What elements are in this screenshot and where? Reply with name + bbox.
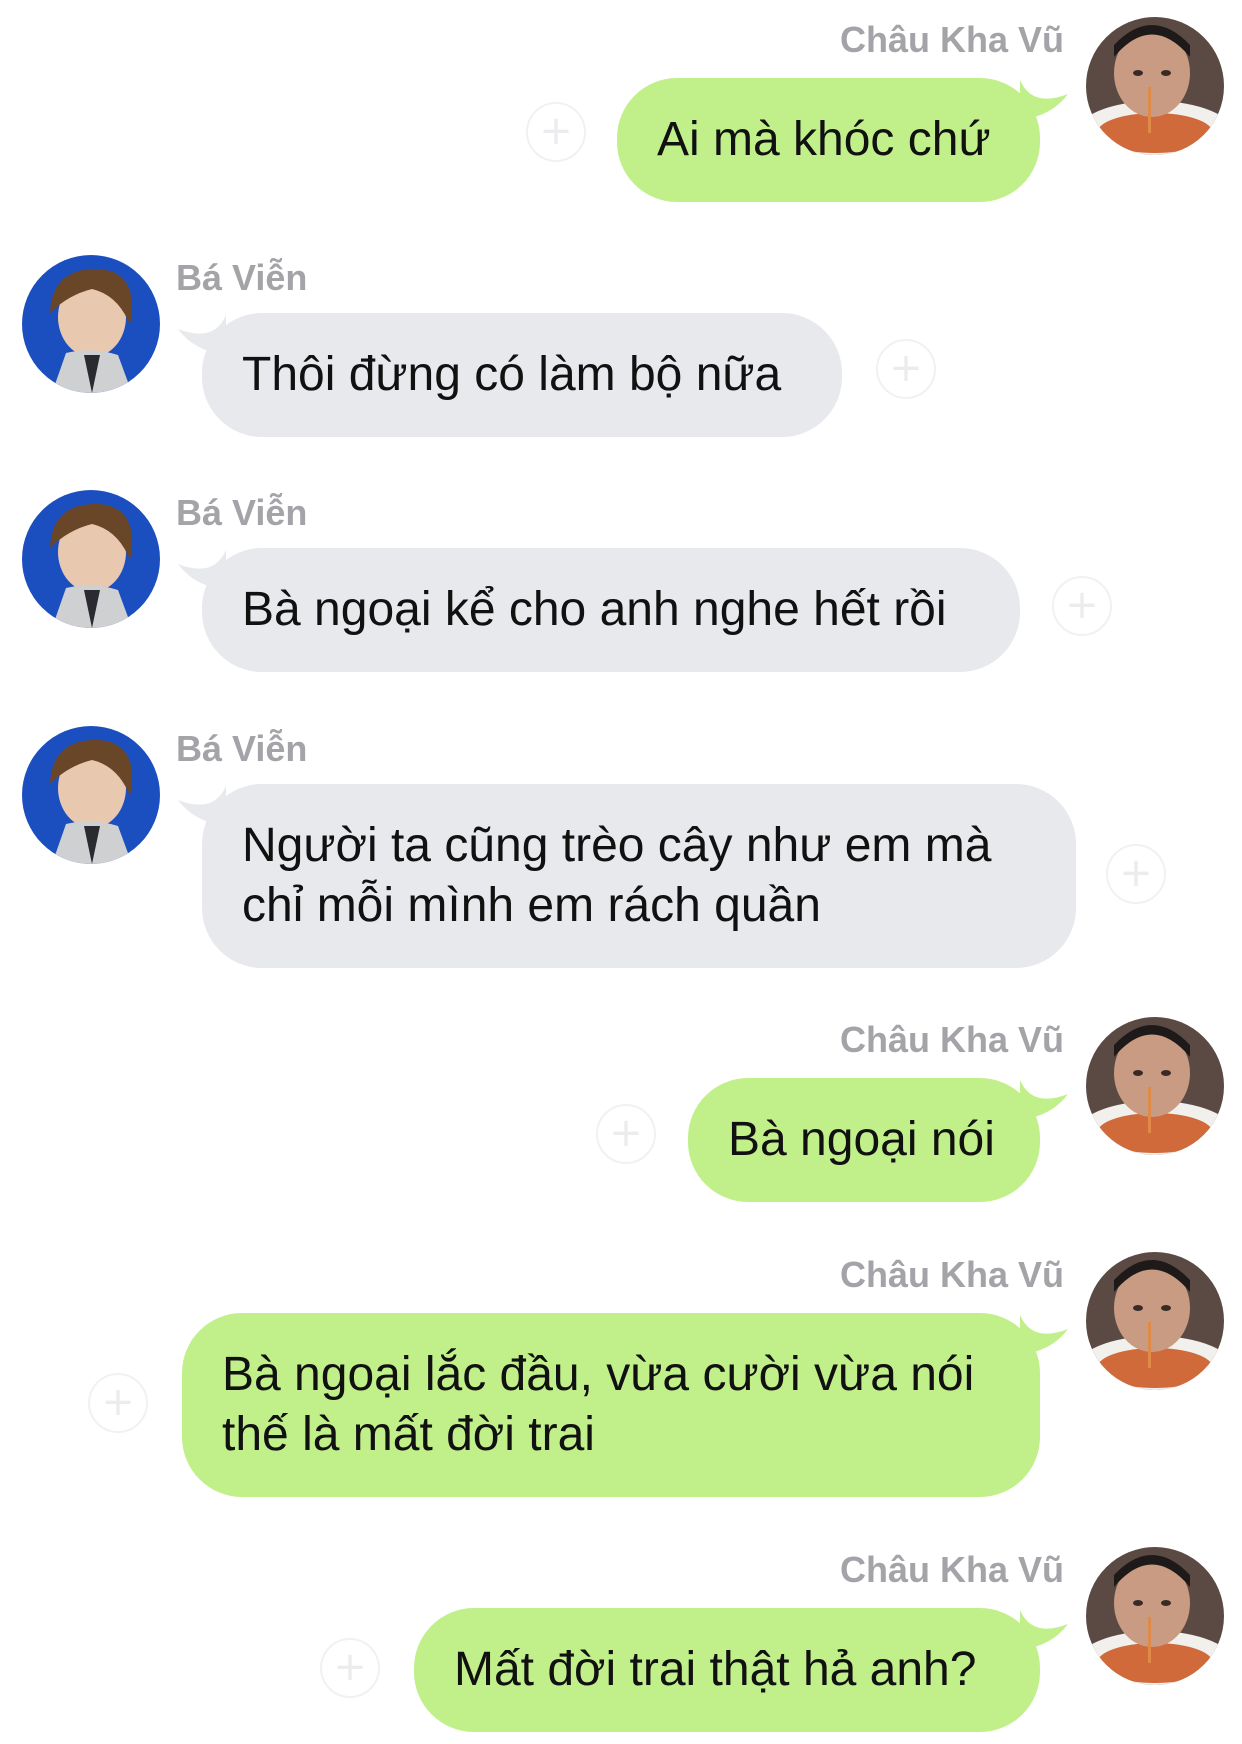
add-reaction-icon: +	[1119, 850, 1153, 896]
bubble-tail	[1020, 80, 1068, 120]
message-row: Châu Kha Vũ + Ai mà khóc chứ	[0, 0, 1242, 202]
add-reaction-button[interactable]: +	[320, 1638, 380, 1698]
sender-name: Châu Kha Vũ	[839, 19, 1064, 60]
sender-name: Bá Viễn	[176, 492, 308, 533]
message-bubble[interactable]: Bà ngoại kể cho anh nghe hết rồi	[202, 548, 1020, 672]
add-reaction-button[interactable]: +	[1106, 844, 1166, 904]
bubble-tail	[1020, 1610, 1068, 1650]
message-bubble[interactable]: Bà ngoại lắc đầu, vừa cười vừa nói thế l…	[182, 1313, 1040, 1497]
sender-name: Bá Viễn	[176, 257, 308, 298]
message-row: Bá Viễn Bà ngoại kể cho anh nghe hết rồi…	[0, 470, 1242, 672]
add-reaction-icon: +	[1065, 582, 1099, 628]
bubble-tail	[1020, 1080, 1068, 1120]
add-reaction-icon: +	[609, 1110, 643, 1156]
add-reaction-button[interactable]: +	[596, 1104, 656, 1164]
sender-name: Châu Kha Vũ	[839, 1019, 1064, 1060]
avatar-chau-kha-vu[interactable]	[1086, 1252, 1224, 1390]
add-reaction-button[interactable]: +	[88, 1373, 148, 1433]
bubble-tail	[1020, 1315, 1068, 1355]
add-reaction-button[interactable]: +	[526, 102, 586, 162]
sender-name: Châu Kha Vũ	[839, 1254, 1064, 1295]
avatar-ba-vien[interactable]	[22, 490, 160, 628]
avatar-chau-kha-vu[interactable]	[1086, 1017, 1224, 1155]
message-bubble[interactable]: Ai mà khóc chứ	[617, 78, 1040, 202]
avatar-chau-kha-vu[interactable]	[1086, 1547, 1224, 1685]
avatar-ba-vien[interactable]	[22, 255, 160, 393]
avatar-chau-kha-vu[interactable]	[1086, 17, 1224, 155]
message-bubble[interactable]: Bà ngoại nói	[688, 1078, 1040, 1202]
add-reaction-icon: +	[101, 1379, 135, 1425]
message-row: Bá Viễn Thôi đừng có làm bộ nữa +	[0, 235, 1242, 437]
message-row: Bá Viễn Người ta cũng trèo cây như em mà…	[0, 706, 1242, 976]
add-reaction-button[interactable]: +	[876, 339, 936, 399]
avatar-ba-vien[interactable]	[22, 726, 160, 864]
message-bubble[interactable]: Mất đời trai thật hả anh?	[414, 1608, 1040, 1732]
add-reaction-icon: +	[539, 108, 573, 154]
add-reaction-button[interactable]: +	[1052, 576, 1112, 636]
message-row: Châu Kha Vũ + Bà ngoại nói	[0, 1000, 1242, 1202]
message-row: Châu Kha Vũ + Bà ngoại lắc đầu, vừa cười…	[0, 1235, 1242, 1505]
message-bubble[interactable]: Người ta cũng trèo cây như em mà chỉ mỗi…	[202, 784, 1076, 968]
message-bubble[interactable]: Thôi đừng có làm bộ nữa	[202, 313, 842, 437]
add-reaction-icon: +	[889, 345, 923, 391]
sender-name: Bá Viễn	[176, 728, 308, 769]
sender-name: Châu Kha Vũ	[839, 1549, 1064, 1590]
add-reaction-icon: +	[333, 1644, 367, 1690]
message-row: Châu Kha Vũ + Mất đời trai thật hả anh?	[0, 1530, 1242, 1744]
